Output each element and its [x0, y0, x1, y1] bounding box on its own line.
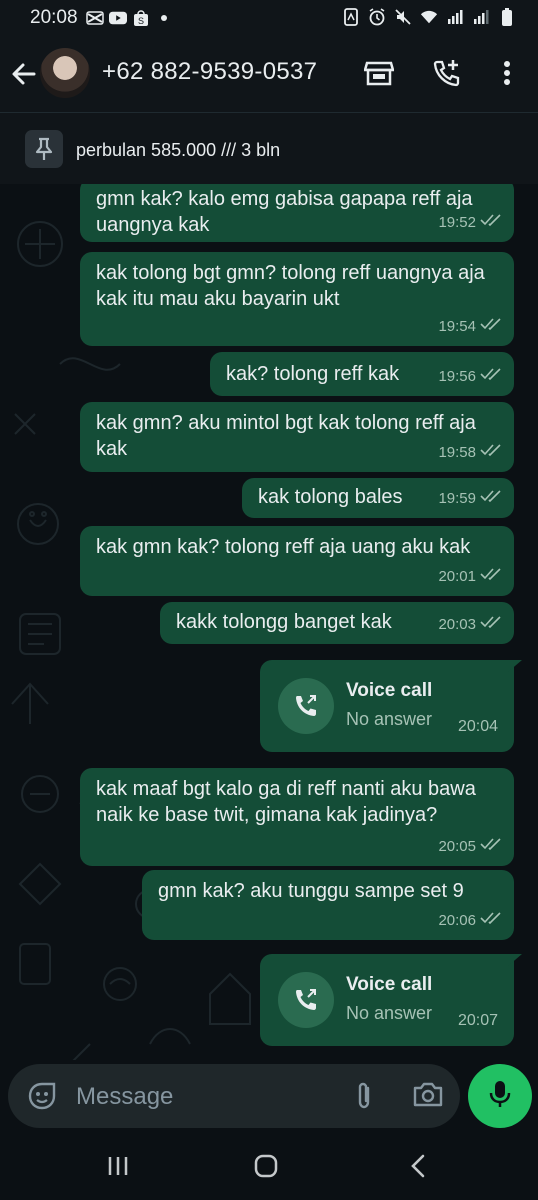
dot-icon	[155, 9, 173, 27]
double-check-icon	[480, 364, 502, 390]
youtube-icon	[109, 9, 127, 27]
message-text: kakk tolongg banget kak	[176, 611, 392, 633]
nfc-icon	[342, 8, 360, 26]
capcut-icon	[86, 9, 104, 27]
message-time: 19:58	[438, 444, 476, 461]
avatar[interactable]	[40, 48, 90, 98]
message-text: kak maaf bgt kalo ga di reff nanti aku b…	[96, 778, 476, 826]
status-time: 20:08	[30, 7, 78, 28]
mic-button[interactable]	[468, 1064, 532, 1128]
signal-icon	[472, 8, 490, 26]
message-text: kak tolong bgt gmn? tolong reff uangnya …	[96, 262, 485, 310]
battery-icon	[498, 8, 516, 26]
message-time: 20:05	[438, 838, 476, 855]
attach-icon[interactable]	[348, 1080, 380, 1112]
microphone-icon	[488, 1079, 512, 1114]
missed-call-icon	[278, 678, 334, 734]
more-icon[interactable]	[490, 56, 524, 90]
home-icon[interactable]	[246, 1150, 286, 1182]
call-title: Voice call	[346, 974, 433, 995]
back-nav-icon[interactable]	[398, 1150, 438, 1182]
message-time: 19:59	[438, 490, 476, 507]
message-bubble[interactable]: kak tolong bgt gmn? tolong reff uangnya …	[80, 252, 514, 346]
message-input[interactable]	[74, 1078, 348, 1116]
pinned-text: perbulan 585.000 /// 3 bln	[76, 140, 281, 160]
system-nav-bar	[0, 1132, 538, 1200]
svg-text:S: S	[138, 16, 144, 26]
message-bubble[interactable]: kak tolong bales 19:59	[242, 478, 514, 518]
message-time: 20:03	[438, 616, 476, 633]
message-time: 20:01	[438, 568, 476, 585]
add-call-icon[interactable]	[430, 56, 464, 90]
message-text: gmn kak? aku tunggu sampe set 9	[158, 880, 464, 902]
back-arrow-icon[interactable]	[10, 60, 38, 88]
message-bubble[interactable]: kakk tolongg banget kak 20:03	[160, 602, 514, 644]
double-check-icon	[480, 314, 502, 340]
message-meta: 19:52	[438, 210, 502, 236]
call-time: 20:04	[457, 718, 498, 735]
message-time: 20:06	[438, 912, 476, 929]
message-text: kak tolong bales	[258, 486, 403, 508]
double-check-icon	[480, 612, 502, 638]
double-check-icon	[480, 834, 502, 860]
status-left-icons: S	[86, 9, 173, 27]
message-bubble[interactable]: gmn kak? aku tunggu sampe set 9 20:06	[142, 870, 514, 940]
message-bubble[interactable]: kak gmn kak? tolong reff aja uang aku ka…	[80, 526, 514, 596]
double-check-icon	[480, 564, 502, 590]
double-check-icon	[480, 486, 502, 512]
pinned-message-bar[interactable]: perbulan 585.000 /// 3 bln	[0, 112, 538, 185]
sticker-icon[interactable]	[26, 1080, 58, 1112]
message-meta: 20:01	[438, 564, 502, 590]
message-time: 19:52	[438, 214, 476, 231]
voice-call-bubble[interactable]: Voice call No answer 20:07	[260, 954, 522, 1046]
bubble-tail	[508, 954, 522, 966]
missed-call-icon	[278, 972, 334, 1028]
double-check-icon	[480, 908, 502, 934]
contact-name[interactable]: +62 882-9539-0537	[102, 58, 317, 86]
call-status: No answer	[346, 709, 433, 729]
message-meta: 20:05	[438, 834, 502, 860]
message-bubble[interactable]: kak maaf bgt kalo ga di reff nanti aku b…	[80, 768, 514, 866]
shopee-icon: S	[132, 9, 150, 27]
message-text: kak gmn kak? tolong reff aja uang aku ka…	[96, 536, 471, 558]
status-right-icons	[342, 8, 516, 26]
mute-icon	[394, 8, 412, 26]
message-text: kak? tolong reff kak	[226, 363, 400, 385]
message-bubble[interactable]: kak? tolong reff kak 19:56	[210, 352, 514, 396]
double-check-icon	[480, 210, 502, 236]
chat-area[interactable]: gmn kak? kalo emg gabisa gapapa reff aja…	[0, 184, 538, 1060]
message-meta: 19:58	[438, 440, 502, 466]
signal-icon	[446, 8, 464, 26]
message-meta: 20:03	[438, 612, 502, 638]
pin-icon	[25, 130, 63, 168]
call-title: Voice call	[346, 680, 433, 701]
message-bubble[interactable]: kak gmn? aku mintol bgt kak tolong reff …	[80, 402, 514, 472]
voice-call-bubble[interactable]: Voice call No answer 20:04	[260, 660, 522, 752]
status-bar: 20:08 S	[0, 0, 538, 36]
alarm-icon	[368, 8, 386, 26]
shop-icon[interactable]	[362, 56, 396, 90]
double-check-icon	[480, 440, 502, 466]
message-time: 19:54	[438, 318, 476, 335]
wifi-icon	[420, 8, 438, 26]
chat-header: +62 882-9539-0537	[0, 36, 538, 112]
call-time: 20:07	[457, 1012, 498, 1029]
message-time: 19:56	[438, 368, 476, 385]
composer	[0, 1060, 538, 1132]
bubble-tail	[508, 660, 522, 672]
call-status: No answer	[346, 1003, 433, 1023]
message-meta: 19:59	[438, 486, 502, 512]
message-meta: 19:54	[438, 314, 502, 340]
message-meta: 19:56	[438, 364, 502, 390]
camera-icon[interactable]	[412, 1080, 448, 1112]
recents-icon[interactable]	[98, 1150, 138, 1182]
message-input-pill	[8, 1064, 460, 1128]
message-meta: 20:06	[438, 908, 502, 934]
message-bubble[interactable]: gmn kak? kalo emg gabisa gapapa reff aja…	[80, 184, 514, 242]
